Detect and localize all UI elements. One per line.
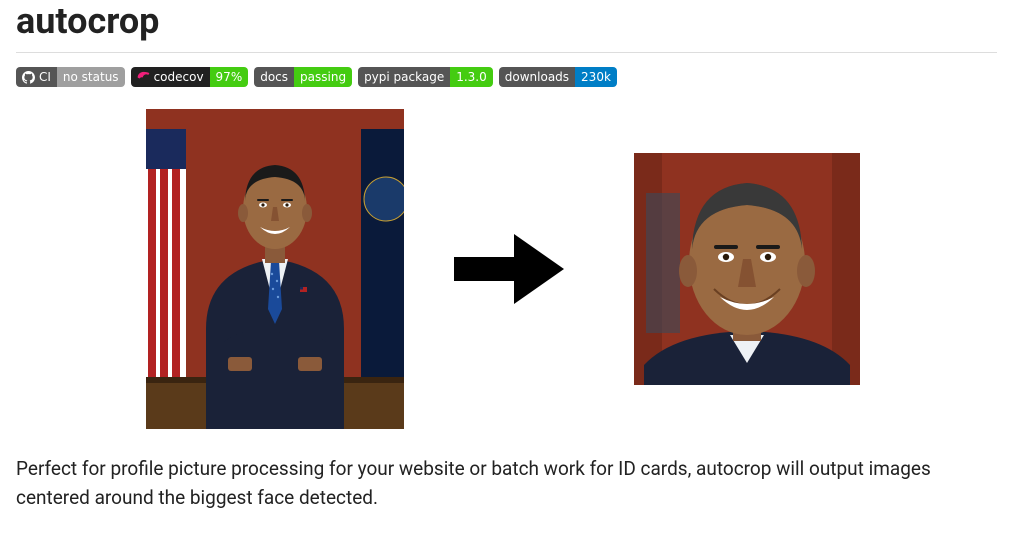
badge-codecov-label: codecov [131, 67, 210, 87]
codecov-icon [137, 71, 150, 84]
output-image [634, 153, 860, 385]
badge-pypi-label: pypi package [358, 67, 450, 87]
badge-codecov[interactable]: codecov 97% [131, 67, 249, 87]
badge-ci-label-text: CI [39, 67, 51, 87]
badge-codecov-value: 97% [210, 67, 249, 87]
badge-downloads[interactable]: downloads 230k [499, 67, 617, 87]
badge-pypi-value: 1.3.0 [450, 67, 493, 87]
badge-docs[interactable]: docs passing [254, 67, 352, 87]
description: Perfect for profile picture processing f… [16, 455, 997, 512]
badge-ci-value: no status [57, 67, 125, 87]
badge-docs-label: docs [254, 67, 294, 87]
badge-docs-value: passing [294, 67, 352, 87]
github-icon [22, 71, 35, 84]
badge-ci[interactable]: CI no status [16, 67, 125, 87]
example-figure [16, 109, 997, 429]
badge-row: CI no status codecov 97% docs passing py… [16, 67, 997, 87]
badge-ci-label: CI [16, 67, 57, 87]
badge-pypi[interactable]: pypi package 1.3.0 [358, 67, 493, 87]
badge-downloads-value: 230k [575, 67, 617, 87]
arrow-icon [454, 234, 564, 304]
badge-downloads-label: downloads [499, 67, 575, 87]
badge-codecov-label-text: codecov [154, 67, 204, 87]
page-title: autocrop [16, 0, 997, 53]
input-image [146, 109, 404, 429]
